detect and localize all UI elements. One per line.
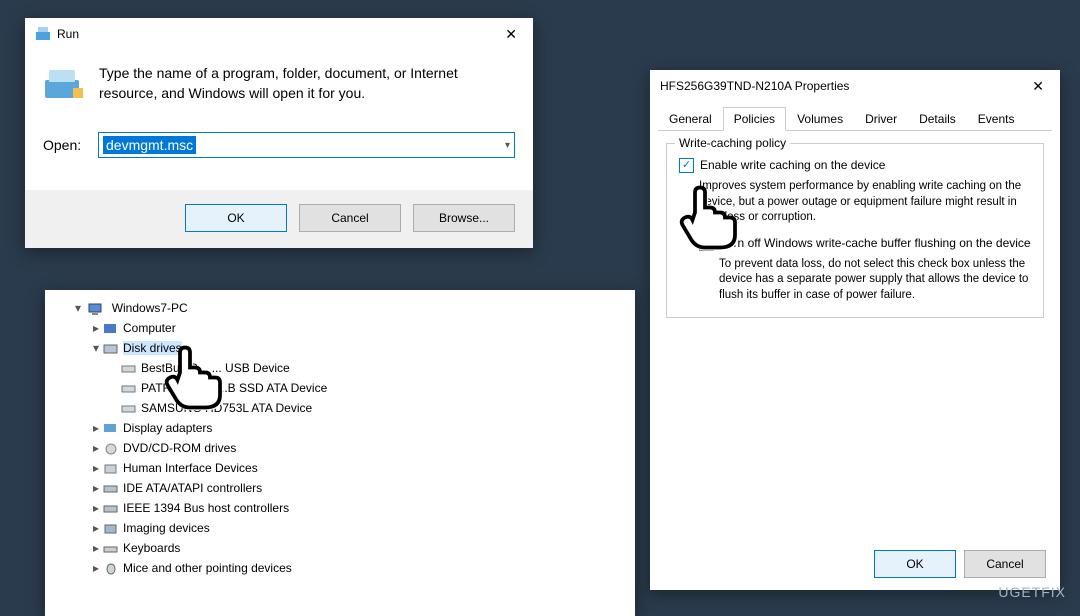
ok-button[interactable]: OK bbox=[185, 204, 287, 232]
tree-root[interactable]: ▾ Windows7-PC ▸Computer ▾Disk drives Bes… bbox=[73, 298, 625, 578]
write-caching-group: Write-caching policy ✓ Enable write cach… bbox=[666, 143, 1044, 318]
run-app-icon bbox=[35, 25, 51, 44]
expand-icon[interactable]: ▸ bbox=[91, 538, 101, 558]
enable-write-cache-label: Enable write caching on the device bbox=[700, 158, 885, 172]
imaging-icon bbox=[103, 522, 119, 536]
open-input-value: devmgmt.msc bbox=[103, 136, 196, 154]
cancel-button[interactable]: Cancel bbox=[964, 550, 1046, 578]
expand-icon[interactable]: ▸ bbox=[91, 518, 101, 538]
tab-volumes[interactable]: Volumes bbox=[786, 107, 854, 131]
expand-icon[interactable]: ▸ bbox=[91, 418, 101, 438]
ide-icon bbox=[103, 482, 119, 496]
tree-item-computer[interactable]: ▸Computer bbox=[91, 318, 625, 338]
tab-events[interactable]: Events bbox=[967, 107, 1026, 131]
computer-icon bbox=[88, 302, 104, 316]
properties-dialog: HFS256G39TND-N210A Properties ✕ General … bbox=[650, 70, 1060, 590]
tree-item-disk-drives[interactable]: ▾Disk drives BestBuy G... ... USB Device… bbox=[91, 338, 625, 418]
drive-icon bbox=[121, 382, 137, 396]
mouse-icon bbox=[103, 562, 119, 576]
turnoff-flush-checkbox[interactable]: ✓ bbox=[699, 236, 714, 251]
expand-icon[interactable]: ▸ bbox=[91, 458, 101, 478]
tree-item[interactable]: ▸Imaging devices bbox=[91, 518, 625, 538]
group-title: Write-caching policy bbox=[675, 136, 790, 150]
tree-item-drive[interactable]: SAMSUNG HD753L ATA Device bbox=[109, 398, 625, 418]
properties-title: HFS256G39TND-N210A Properties bbox=[660, 79, 1022, 93]
run-titlebar: Run ✕ bbox=[25, 18, 533, 50]
open-input[interactable]: devmgmt.msc ▾ bbox=[98, 132, 515, 158]
turnoff-flush-label: Turn off Windows write-cache buffer flus… bbox=[720, 236, 1031, 250]
dvd-icon bbox=[103, 442, 119, 456]
run-button-row: OK Cancel Browse... bbox=[25, 190, 533, 248]
tree-item[interactable]: ▸Keyboards bbox=[91, 538, 625, 558]
chevron-down-icon[interactable]: ▾ bbox=[505, 140, 510, 151]
display-icon bbox=[103, 422, 119, 436]
run-title: Run bbox=[57, 27, 495, 41]
expand-icon[interactable]: ▸ bbox=[91, 558, 101, 578]
properties-titlebar: HFS256G39TND-N210A Properties ✕ bbox=[650, 70, 1060, 102]
tree-item-drive[interactable]: BestBuy G... ... USB Device bbox=[109, 358, 625, 378]
open-label: Open: bbox=[43, 137, 88, 153]
run-description: Type the name of a program, folder, docu… bbox=[99, 64, 499, 103]
ieee-icon bbox=[103, 502, 119, 516]
collapse-icon[interactable]: ▾ bbox=[91, 338, 101, 358]
expand-icon[interactable]: ▸ bbox=[91, 438, 101, 458]
browse-button[interactable]: Browse... bbox=[413, 204, 515, 232]
tree-item[interactable]: ▸IEEE 1394 Bus host controllers bbox=[91, 498, 625, 518]
tab-strip: General Policies Volumes Driver Details … bbox=[658, 106, 1052, 131]
tree-item[interactable]: ▸IDE ATA/ATAPI controllers bbox=[91, 478, 625, 498]
hid-icon bbox=[103, 462, 119, 476]
turnoff-flush-desc: To prevent data loss, do not select this… bbox=[719, 257, 1031, 304]
expand-icon[interactable]: ▸ bbox=[91, 498, 101, 518]
tree-item[interactable]: ▸DVD/CD-ROM drives bbox=[91, 438, 625, 458]
cancel-button[interactable]: Cancel bbox=[299, 204, 401, 232]
tab-general[interactable]: General bbox=[658, 107, 723, 131]
watermark: UGETFIX bbox=[998, 584, 1066, 600]
keyboard-icon bbox=[103, 542, 119, 556]
close-icon[interactable]: ✕ bbox=[1022, 76, 1054, 97]
tab-driver[interactable]: Driver bbox=[854, 107, 908, 131]
close-icon[interactable]: ✕ bbox=[495, 24, 527, 45]
enable-write-cache-checkbox[interactable]: ✓ bbox=[679, 158, 694, 173]
expand-icon[interactable]: ▸ bbox=[91, 478, 101, 498]
tree-item[interactable]: ▸Display adapters bbox=[91, 418, 625, 438]
collapse-icon[interactable]: ▾ bbox=[73, 298, 83, 318]
tab-policies[interactable]: Policies bbox=[723, 107, 786, 131]
enable-write-cache-desc: Improves system performance by enabling … bbox=[699, 179, 1031, 226]
tree-item-drive[interactable]: PATRIOT M... ...B SSD ATA Device bbox=[109, 378, 625, 398]
run-dialog: Run ✕ Type the name of a program, folder… bbox=[25, 18, 533, 248]
run-big-icon bbox=[43, 64, 85, 106]
tree-item[interactable]: ▸Human Interface Devices bbox=[91, 458, 625, 478]
drive-icon bbox=[121, 402, 137, 416]
drive-icon bbox=[121, 362, 137, 376]
ok-button[interactable]: OK bbox=[874, 550, 956, 578]
tree-item[interactable]: ▸Mice and other pointing devices bbox=[91, 558, 625, 578]
disk-icon bbox=[103, 342, 119, 356]
pc-icon bbox=[103, 322, 119, 336]
expand-icon[interactable]: ▸ bbox=[91, 318, 101, 338]
tab-details[interactable]: Details bbox=[908, 107, 967, 131]
device-manager-tree: ▾ Windows7-PC ▸Computer ▾Disk drives Bes… bbox=[45, 290, 635, 616]
